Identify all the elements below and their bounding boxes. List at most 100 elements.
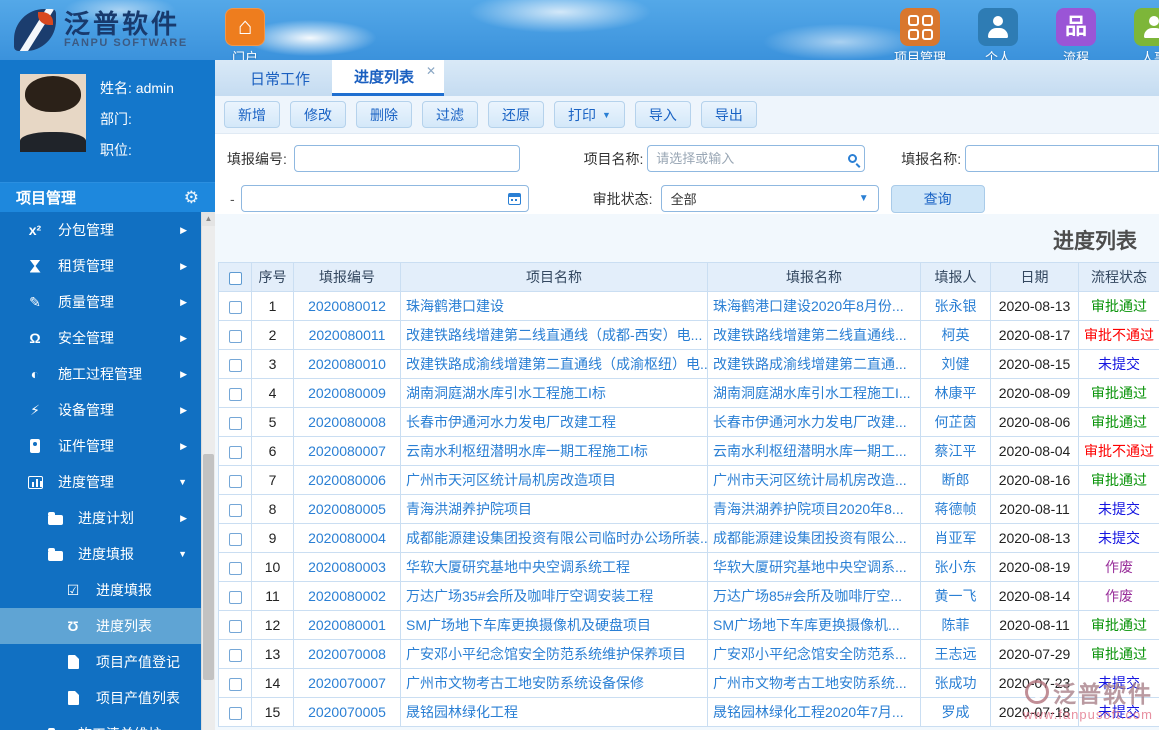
project-name-link[interactable]: 成都能源建设集团投资有限公司临时办公场所装... (406, 530, 707, 546)
person-link[interactable]: 罗成 (942, 704, 970, 720)
top-nav-item-4[interactable]: 人事 (1125, 8, 1159, 66)
删除-button[interactable]: 删除 (356, 101, 412, 128)
report-code-link[interactable]: 2020080006 (308, 472, 386, 488)
sidebar-item-分包管理[interactable]: x² 分包管理 ▶ (0, 212, 201, 248)
row-checkbox[interactable] (228, 561, 242, 575)
person-link[interactable]: 林康平 (935, 385, 977, 401)
person-link[interactable]: 蔡江平 (935, 443, 977, 459)
person-link[interactable]: 陈菲 (942, 617, 970, 633)
person-link[interactable]: 断郎 (942, 472, 970, 488)
过滤-button[interactable]: 过滤 (422, 101, 478, 128)
sidebar-item-证件管理[interactable]: 证件管理 ▶ (0, 428, 201, 464)
sidebar-item-项目产值列表[interactable]: 项目产值列表 (0, 680, 201, 716)
project-name-link[interactable]: 湖南洞庭湖水库引水工程施工I标 (406, 385, 606, 401)
row-checkbox[interactable] (228, 532, 242, 546)
sidebar-section-header[interactable]: 项目管理 ⚙ (0, 182, 215, 212)
report-code-link[interactable]: 2020080012 (308, 298, 386, 314)
project-name-link[interactable]: 云南水利枢纽潜明水库一期工程施工I标 (406, 443, 648, 459)
sidebar-scrollbar[interactable]: ▲ (201, 212, 215, 730)
person-link[interactable]: 张永银 (935, 298, 977, 314)
tab-进度列表[interactable]: 进度列表 ✕ (332, 60, 445, 96)
row-checkbox[interactable] (228, 474, 242, 488)
project-name-link[interactable]: 青海洪湖养护院项目 (406, 501, 532, 517)
project-name-link[interactable]: 改建铁路成渝线增建第二直通线（成渝枢纽）电... (406, 356, 707, 372)
sidebar-item-进度列表[interactable]: Ʊ 进度列表 (0, 608, 215, 644)
report-code-link[interactable]: 2020080008 (308, 414, 386, 430)
project-name-link[interactable]: 华软大厦研究基地中央空调系统工程 (406, 559, 630, 575)
row-checkbox[interactable] (228, 416, 242, 430)
calendar-icon[interactable] (507, 192, 521, 205)
person-link[interactable]: 柯英 (942, 327, 970, 343)
date-to-input[interactable] (240, 185, 529, 212)
scroll-up-icon[interactable]: ▲ (202, 212, 215, 226)
row-checkbox[interactable] (228, 590, 242, 604)
person-link[interactable]: 张成功 (935, 675, 977, 691)
report-code-link[interactable]: 2020080005 (308, 501, 386, 517)
report-code-link[interactable]: 2020080007 (308, 443, 386, 459)
person-link[interactable]: 肖亚军 (935, 530, 977, 546)
report-name-link[interactable]: 改建铁路线增建第二线直通线... (713, 327, 907, 343)
row-checkbox[interactable] (228, 329, 242, 343)
report-code-link[interactable]: 2020070007 (308, 675, 386, 691)
report-name-link[interactable]: 改建铁路成渝线增建第二直通... (713, 356, 907, 372)
新增-button[interactable]: 新增 (224, 101, 280, 128)
report-name-link[interactable]: 云南水利枢纽潜明水库一期工... (713, 443, 907, 459)
report-code-link[interactable]: 2020080003 (308, 559, 386, 575)
scrollbar-thumb[interactable] (203, 454, 214, 680)
sidebar-item-施工过程管理[interactable]: ◐ 施工过程管理 ▶ (0, 356, 201, 392)
report-code-link[interactable]: 2020080009 (308, 385, 386, 401)
query-button[interactable]: 查询 (890, 184, 985, 213)
top-nav-item-3[interactable]: 品流程 (1047, 8, 1105, 66)
report-name-input[interactable] (965, 145, 1159, 172)
row-checkbox[interactable] (228, 503, 242, 517)
report-name-link[interactable]: 珠海鹤港口建设2020年8月份... (713, 298, 904, 314)
project-name-link[interactable]: 珠海鹤港口建设 (406, 298, 504, 314)
person-link[interactable]: 刘健 (942, 356, 970, 372)
report-code-link[interactable]: 2020080002 (308, 588, 386, 604)
row-checkbox[interactable] (228, 300, 242, 314)
person-link[interactable]: 王志远 (935, 646, 977, 662)
project-name-link[interactable]: 改建铁路线增建第二线直通线（成都-西安）电... (406, 327, 702, 343)
report-code-link[interactable]: 2020080010 (308, 356, 386, 372)
report-name-link[interactable]: SM广场地下车库更换摄像机... (713, 617, 900, 633)
导出-button[interactable]: 导出 (700, 101, 757, 128)
report-name-link[interactable]: 华软大厦研究基地中央空调系... (713, 559, 907, 575)
portal-nav-item[interactable]: ⌂ 门户 (222, 8, 268, 66)
project-name-link[interactable]: 万达广场35#会所及咖啡厅空调安装工程 (406, 588, 653, 604)
close-icon[interactable]: ✕ (426, 64, 436, 78)
project-name-link[interactable]: 广州市文物考古工地安防系统设备保修 (406, 675, 644, 691)
sidebar-item-施工清单维护[interactable]: 施工清单维护▶ (0, 716, 201, 730)
report-no-input[interactable] (294, 145, 520, 172)
report-code-link[interactable]: 2020070005 (308, 704, 386, 720)
row-checkbox[interactable] (228, 706, 242, 720)
row-checkbox[interactable] (228, 648, 242, 662)
report-code-link[interactable]: 2020080011 (309, 327, 386, 343)
project-name-link[interactable]: 晟铭园林绿化工程 (406, 704, 518, 720)
row-checkbox[interactable] (228, 387, 242, 401)
report-code-link[interactable]: 2020070008 (308, 646, 386, 662)
row-checkbox[interactable] (228, 619, 242, 633)
导入-button[interactable]: 导入 (634, 101, 691, 128)
report-name-link[interactable]: 成都能源建设集团投资有限公... (713, 530, 907, 546)
tab-日常工作[interactable]: 日常工作 (228, 60, 332, 96)
report-name-link[interactable]: 万达广场85#会所及咖啡厅空... (713, 588, 902, 604)
sidebar-item-租赁管理[interactable]: 租赁管理 ▶ (0, 248, 201, 284)
还原-button[interactable]: 还原 (488, 101, 544, 128)
sidebar-item-进度填报[interactable]: 进度填报 ▼ (0, 536, 201, 572)
report-name-link[interactable]: 湖南洞庭湖水库引水工程施工I... (713, 385, 911, 401)
row-checkbox[interactable] (228, 358, 242, 372)
sidebar-item-项目产值登记[interactable]: 项目产值登记 (0, 644, 201, 680)
gear-icon[interactable]: ⚙ (184, 188, 199, 208)
person-link[interactable]: 何芷茵 (935, 414, 977, 430)
select-all-checkbox[interactable] (228, 271, 242, 285)
report-code-link[interactable]: 2020080001 (308, 617, 386, 633)
打印-button[interactable]: 打印 ▼ (554, 101, 625, 128)
sidebar-item-质量管理[interactable]: ✎ 质量管理 ▶ (0, 284, 201, 320)
report-code-link[interactable]: 2020080004 (308, 530, 386, 546)
sidebar-item-进度管理[interactable]: 进度管理 ▼ (0, 464, 201, 500)
sidebar-item-设备管理[interactable]: ⚡ 设备管理 ▶ (0, 392, 201, 428)
sidebar-item-进度填报[interactable]: ☑ 进度填报 (0, 572, 201, 608)
report-name-link[interactable]: 广州市文物考古工地安防系统... (713, 675, 907, 691)
report-name-link[interactable]: 广州市天河区统计局机房改造... (713, 472, 907, 488)
approval-status-select[interactable]: 全部 ▼ (660, 185, 879, 212)
